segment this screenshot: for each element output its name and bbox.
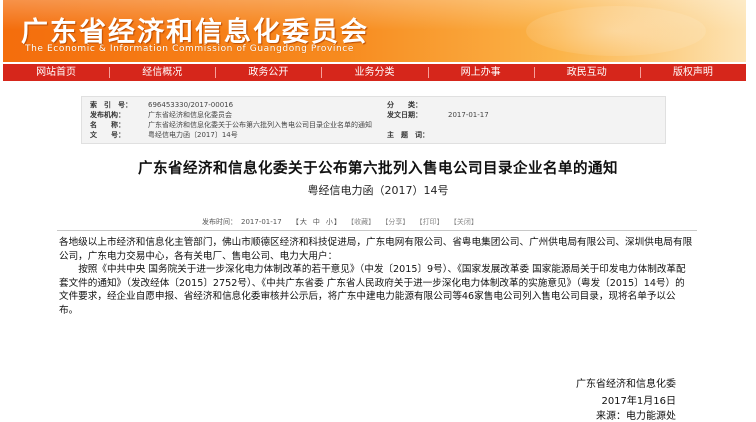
document-meta-box: 索 引 号： 696453330/2017-00016 分 类： 发布机构： 广… — [81, 96, 666, 144]
print-button[interactable]: 【打印】 — [416, 218, 444, 226]
signature-org: 广东省经济和信息化委 — [576, 379, 676, 390]
nav-item-online-services[interactable]: 网上办事 — [427, 64, 534, 81]
main-nav: 网站首页 经信概况 政务公开 业务分类 网上办事 政民互动 版权声明 — [3, 64, 746, 81]
meta-keywords-label: 主 题 词： — [387, 131, 429, 139]
favorite-button[interactable]: 【收藏】 — [347, 218, 375, 226]
site-subtitle: The Economic & Information Commission of… — [25, 44, 354, 54]
share-button[interactable]: 【分享】 — [381, 218, 409, 226]
nav-item-gov-affairs[interactable]: 政务公开 — [215, 64, 321, 81]
close-button[interactable]: 【关闭】 — [450, 218, 478, 226]
content-divider — [57, 230, 697, 231]
publish-time: 2017-01-17 — [241, 218, 282, 226]
font-size-small-link[interactable]: 小 — [326, 218, 333, 226]
nav-item-interaction[interactable]: 政民互动 — [533, 64, 640, 81]
meta-row-docno: 文 号： 粤经信电力函〔2017〕14号 主 题 词： — [82, 130, 665, 141]
nav-item-business[interactable]: 业务分类 — [321, 64, 427, 81]
article-title: 广东省经济和信息化委关于公布第六批列入售电公司目录企业名单的通知 — [138, 161, 618, 177]
font-size-close: 】 — [333, 218, 341, 226]
banner-decoration — [526, 6, 706, 56]
font-size-open: 【 — [291, 218, 299, 226]
site-banner: 广东省经济和信息化委员会 The Economic & Information … — [3, 0, 746, 62]
meta-docno-label: 文 号： — [90, 131, 125, 139]
article-doc-number: 粤经信电力函（2017）14号 — [307, 184, 449, 197]
publish-time-label: 发布时间： — [202, 218, 237, 226]
meta-docno-value: 粤经信电力函〔2017〕14号 — [148, 131, 238, 139]
nav-item-copyright[interactable]: 版权声明 — [639, 64, 746, 81]
signature-date: 2017年1月16日 — [601, 396, 676, 407]
article-body: 各地级以上市经济和信息化主管部门，佛山市顺德区经济和科技促进局，广东电网有限公司… — [59, 236, 694, 317]
publish-toolbar: 发布时间： 2017-01-17 【大中小】 【收藏】 【分享】 【打印】 【关闭… — [202, 217, 482, 227]
article-source: 来源：电力能源处 — [596, 411, 676, 422]
article-para-main: 按照《中共中央 国务院关于进一步深化电力体制改革的若干意见》（中发〔2015〕9… — [59, 264, 686, 316]
nav-item-home[interactable]: 网站首页 — [3, 64, 109, 81]
nav-item-overview[interactable]: 经信概况 — [109, 64, 215, 81]
article-para-recipients: 各地级以上市经济和信息化主管部门，佛山市顺德区经济和科技促进局，广东电网有限公司… — [59, 237, 693, 262]
font-size-large-link[interactable]: 大 — [300, 218, 307, 226]
font-size-medium-link[interactable]: 中 — [313, 218, 320, 226]
